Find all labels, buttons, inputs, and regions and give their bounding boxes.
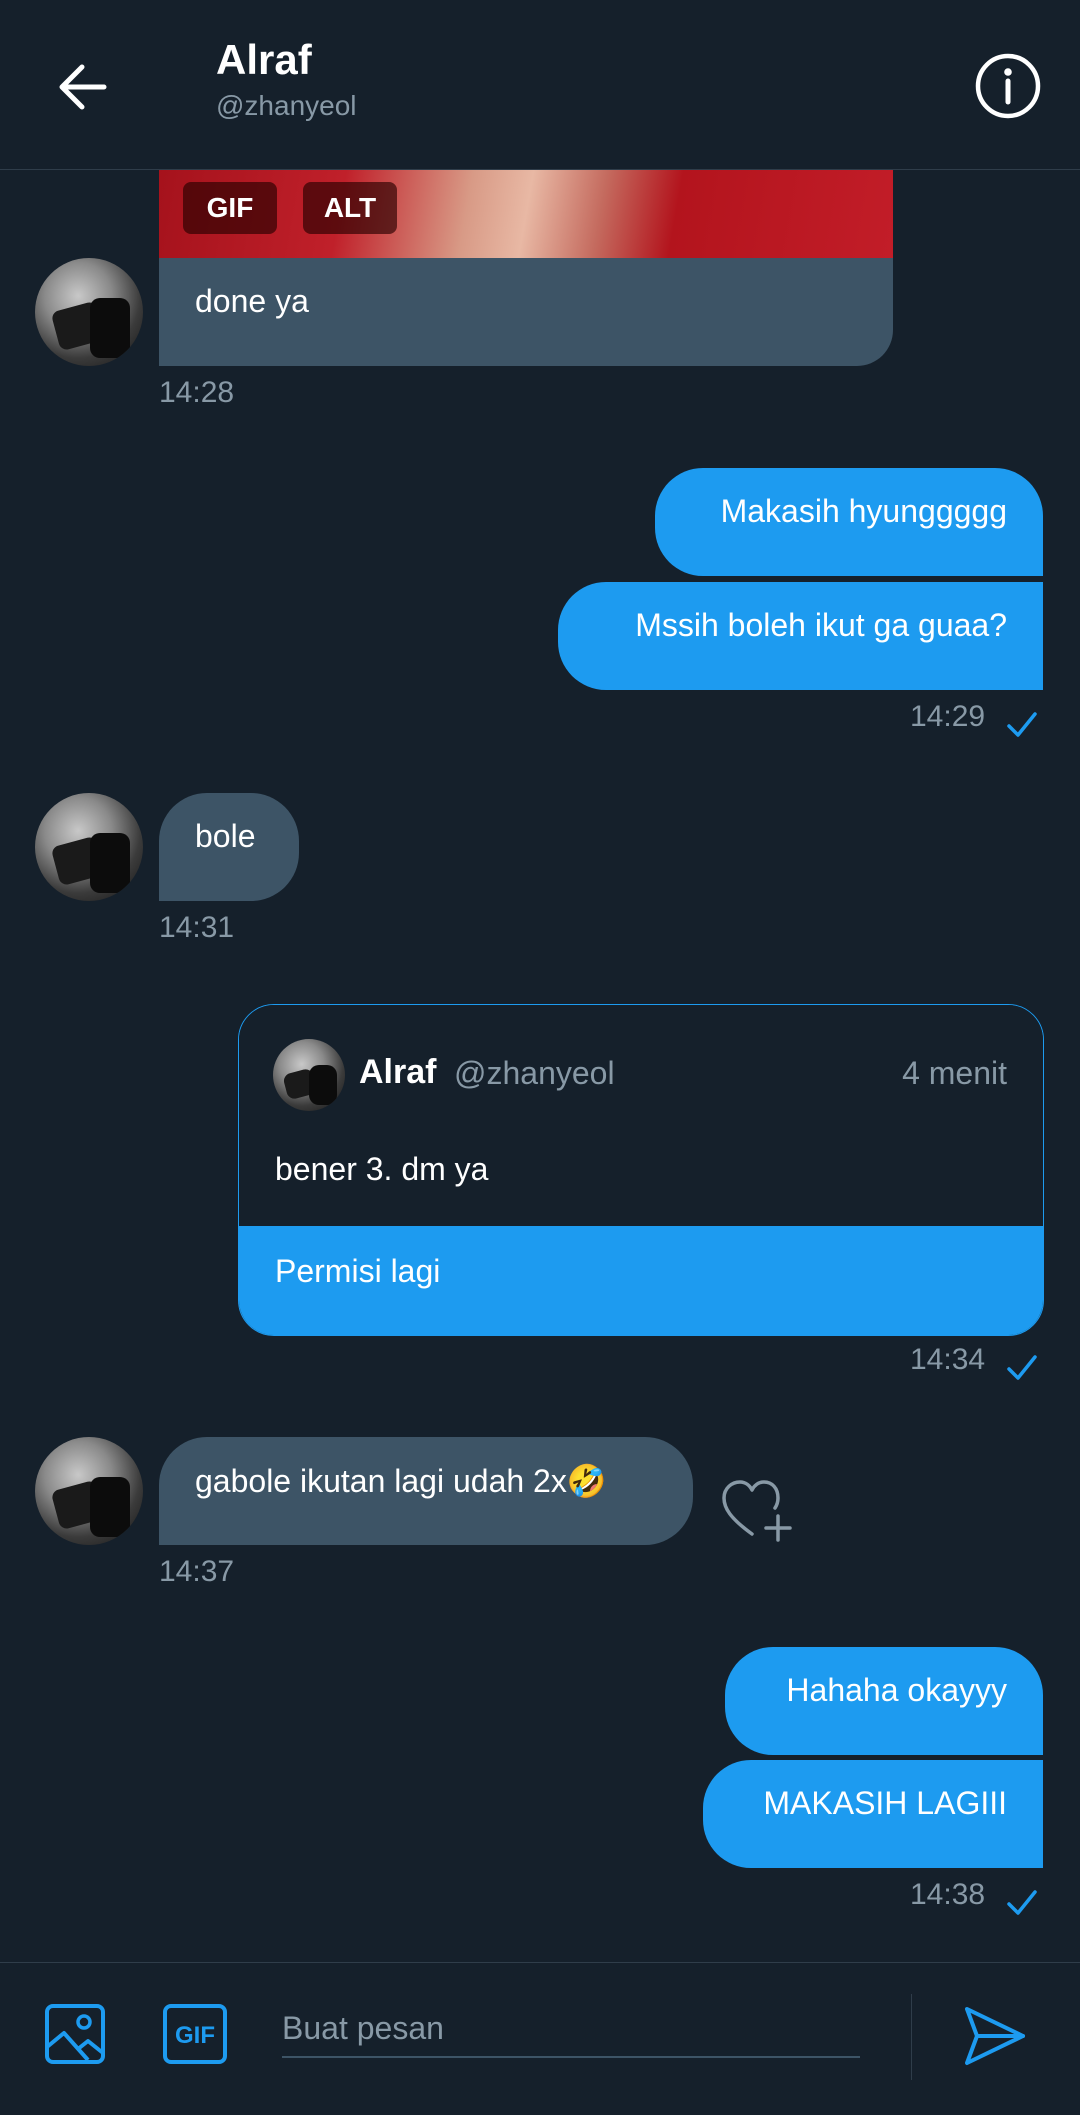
- message-text: Hahaha okayyy: [786, 1672, 1007, 1708]
- message-bubble-incoming[interactable]: gabole ikutan lagi udah 2x🤣: [159, 1437, 693, 1545]
- message-time: 14:28: [159, 376, 235, 409]
- message-text: MAKASIH LAGIII: [763, 1785, 1007, 1821]
- message-text: Makasih hyunggggg: [720, 493, 1007, 529]
- quoted-age: 4 menit: [902, 1055, 1007, 1091]
- checkmark-icon: [1007, 712, 1037, 737]
- gif-tag: GIF: [183, 182, 277, 234]
- avatar[interactable]: [35, 1437, 143, 1545]
- message-time: 14:34: [910, 1343, 986, 1376]
- image-icon[interactable]: [44, 2003, 106, 2065]
- quoted-author-handle: @zhanyeol: [454, 1055, 615, 1091]
- quoted-author-name: Alraf: [359, 1053, 437, 1091]
- conversation-header: Alraf @zhanyeol: [0, 0, 1080, 170]
- info-icon[interactable]: [975, 53, 1041, 119]
- conversation-title[interactable]: Alraf: [216, 36, 312, 84]
- svg-text:GIF: GIF: [175, 2022, 215, 2049]
- checkmark-icon: [1007, 1890, 1037, 1915]
- message-bubble-outgoing[interactable]: Hahaha okayyy: [725, 1647, 1043, 1755]
- checkmark-icon: [1007, 1355, 1037, 1380]
- message-bubble-outgoing[interactable]: MAKASIH LAGIII: [703, 1760, 1043, 1868]
- gif-icon[interactable]: GIF: [162, 2003, 228, 2065]
- message-time: 14:31: [159, 911, 235, 944]
- avatar[interactable]: [35, 793, 143, 901]
- message-input[interactable]: [282, 2000, 860, 2058]
- message-time: 14:38: [910, 1878, 986, 1911]
- message-bubble-outgoing[interactable]: Makasih hyunggggg: [655, 468, 1043, 576]
- message-bubble-incoming[interactable]: bole: [159, 793, 299, 901]
- message-text: bole: [195, 818, 256, 854]
- back-arrow-icon[interactable]: [52, 55, 116, 119]
- message-time: 14:37: [159, 1555, 235, 1588]
- alt-tag[interactable]: ALT: [303, 182, 397, 234]
- message-text: Permisi lagi: [275, 1253, 441, 1289]
- message-text: gabole ikutan lagi udah 2x🤣: [195, 1463, 607, 1499]
- message-bubble-incoming[interactable]: done ya: [159, 258, 893, 366]
- conversation-handle: @zhanyeol: [216, 90, 357, 121]
- quoted-avatar: [273, 1039, 345, 1111]
- message-bubble-outgoing[interactable]: Mssih boleh ikut ga guaa?: [558, 582, 1043, 690]
- message-text: Mssih boleh ikut ga guaa?: [635, 607, 1007, 643]
- heart-plus-icon[interactable]: [720, 1478, 792, 1542]
- quoted-tweet[interactable]: Alraf @zhanyeol 4 menit bener 3. dm ya: [239, 1005, 1043, 1225]
- avatar[interactable]: [35, 258, 143, 366]
- gif-image[interactable]: GIF ALT: [159, 170, 893, 258]
- message-text: done ya: [195, 283, 309, 319]
- quoted-text: bener 3. dm ya: [275, 1151, 489, 1187]
- composer-divider: [911, 1994, 912, 2080]
- send-icon[interactable]: [963, 2005, 1027, 2067]
- quoted-message-card[interactable]: Alraf @zhanyeol 4 menit bener 3. dm ya P…: [238, 1004, 1044, 1336]
- message-time: 14:29: [910, 700, 986, 733]
- reply-bubble[interactable]: Permisi lagi: [239, 1226, 1043, 1335]
